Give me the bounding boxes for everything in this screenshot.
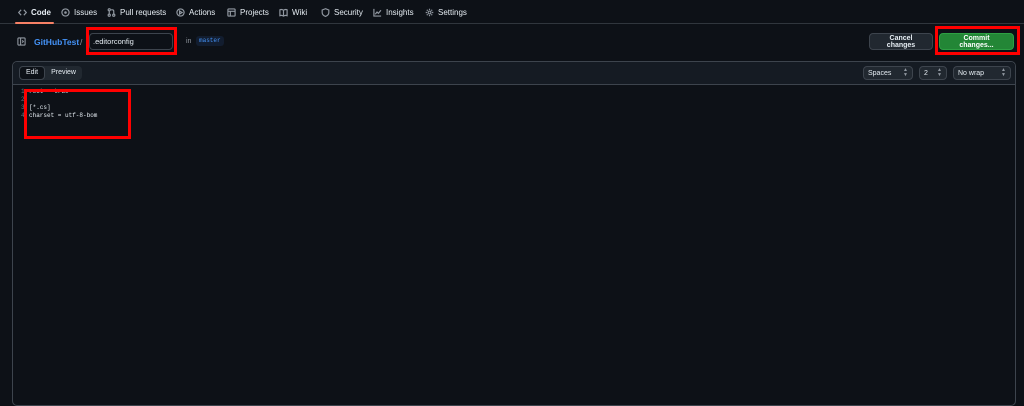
tab-actions[interactable]: Actions — [176, 0, 215, 24]
indent-size-value: 2 — [924, 69, 928, 77]
tab-edit[interactable]: Edit — [19, 66, 46, 80]
line-number: 3 — [21, 104, 25, 111]
book-icon — [279, 8, 288, 17]
line-text: root = true — [29, 88, 69, 95]
tab-pull-requests[interactable]: Pull requests — [107, 0, 166, 24]
code-line[interactable]: 2 — [13, 96, 1015, 104]
tab-insights[interactable]: Insights — [373, 0, 414, 24]
select-arrows-icon: ▲ ▼ — [1001, 67, 1006, 78]
wrap-mode-select[interactable]: No wrap ▲ ▼ — [953, 66, 1011, 80]
graph-icon — [373, 8, 382, 17]
breadcrumb-separator: / — [80, 37, 83, 47]
code-editor: Edit Preview Spaces ▲ ▼ 2 ▲ ▼ No wrap ▲ ▼ 1… — [12, 61, 1016, 406]
tab-wiki-label: Wiki — [292, 7, 308, 17]
code-icon — [18, 8, 27, 16]
tab-projects[interactable]: Projects — [227, 0, 269, 24]
shield-icon — [321, 7, 330, 17]
code-line[interactable]: 4 charset = utf-8-bom — [13, 112, 1015, 120]
tab-issues[interactable]: Issues — [61, 0, 97, 24]
tab-pull-requests-label: Pull requests — [120, 7, 167, 17]
line-number: 2 — [21, 96, 25, 103]
indent-size-select[interactable]: 2 ▲ ▼ — [919, 66, 947, 80]
sidepanel-expand-icon[interactable] — [17, 37, 26, 46]
git-pull-request-icon — [107, 7, 116, 17]
tab-issues-label: Issues — [74, 7, 98, 17]
in-label: in — [186, 38, 192, 45]
select-arrows-icon: ▲ ▼ — [903, 67, 908, 78]
tab-security-label: Security — [334, 7, 363, 17]
line-number: 4 — [21, 112, 25, 119]
tab-insights-label: Insights — [386, 7, 414, 17]
tab-settings-label: Settings — [438, 7, 467, 17]
wrap-mode-value: No wrap — [958, 69, 985, 77]
tab-code[interactable]: Code — [15, 0, 54, 24]
tab-actions-label: Actions — [189, 7, 216, 17]
tab-preview[interactable]: Preview — [45, 66, 82, 80]
line-text: charset = utf-8-bom — [29, 112, 98, 119]
editor-toolbar: Edit Preview Spaces ▲ ▼ 2 ▲ ▼ No wrap ▲ ▼ — [13, 62, 1015, 85]
cancel-changes-button[interactable]: Cancel changes — [869, 33, 933, 50]
tab-wiki[interactable]: Wiki — [279, 0, 307, 24]
line-number: 1 — [21, 88, 25, 95]
gear-icon — [425, 8, 434, 16]
filename-input[interactable] — [89, 33, 173, 50]
play-icon — [176, 7, 185, 17]
code-line[interactable]: 1 root = true — [13, 88, 1015, 96]
commit-changes-button[interactable]: Commit changes... — [939, 33, 1014, 50]
indent-mode-value: Spaces — [868, 69, 892, 77]
indent-mode-select[interactable]: Spaces ▲ ▼ — [863, 66, 913, 80]
code-area[interactable]: 1 root = true 2 3 [*.cs] 4 charset = utf… — [13, 88, 1015, 120]
tab-projects-label: Projects — [240, 7, 269, 17]
code-line[interactable]: 3 [*.cs] — [13, 104, 1015, 112]
table-icon — [227, 7, 236, 17]
breadcrumb-repo-link[interactable]: GitHubTest — [34, 37, 79, 47]
tab-security[interactable]: Security — [321, 0, 363, 24]
line-text: [*.cs] — [29, 104, 51, 111]
repo-nav: Code Issues Pull requests Actions Projec… — [0, 0, 1024, 24]
tab-code-label: Code — [31, 7, 51, 17]
tab-settings[interactable]: Settings — [425, 0, 467, 24]
branch-badge[interactable]: master — [196, 36, 224, 46]
edit-preview-toggle: Edit Preview — [19, 66, 82, 80]
issue-opened-icon — [61, 7, 70, 17]
select-arrows-icon: ▲ ▼ — [937, 67, 942, 78]
